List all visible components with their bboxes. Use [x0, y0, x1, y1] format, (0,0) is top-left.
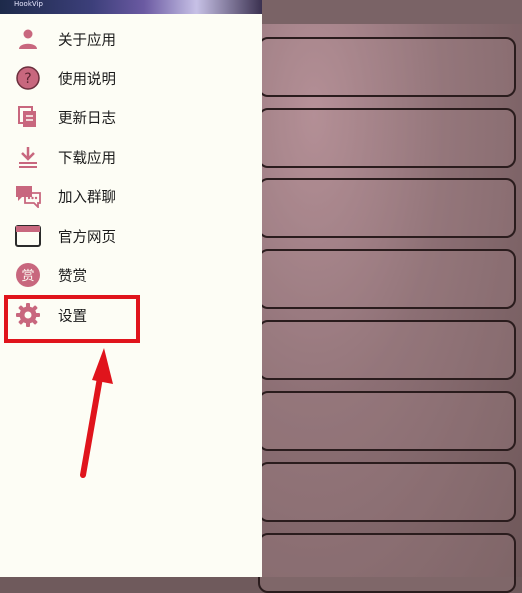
annotation-arrow-icon — [80, 348, 113, 478]
